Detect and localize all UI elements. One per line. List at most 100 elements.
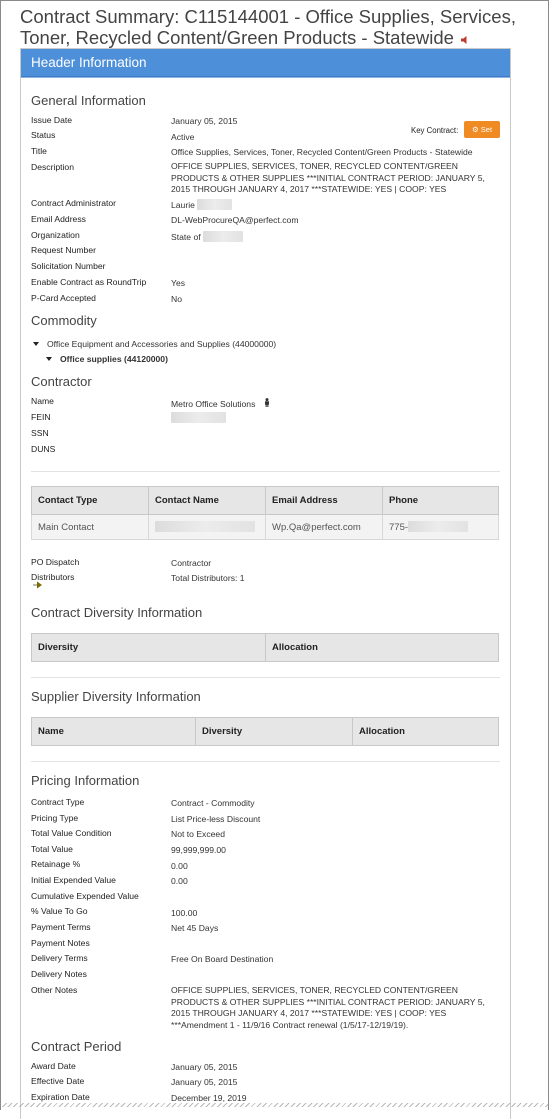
commodity-parent-node[interactable]: Office Equipment and Accessories and Sup… (33, 339, 276, 349)
issue-date-label: Issue Date (31, 115, 73, 125)
commodity-child-label: Office supplies (44120000) (60, 354, 168, 364)
commodity-parent-label: Office Equipment and Accessories and Sup… (47, 339, 277, 349)
initial-expended-label: Initial Expended Value (31, 875, 116, 885)
redacted-text (171, 412, 226, 423)
title-value: Office Supplies, Services, Toner, Recycl… (171, 147, 473, 157)
table-header-row: Diversity Allocation (31, 633, 499, 662)
divider (31, 677, 500, 678)
panel-body: General Information Key Contract: ⚙︎ Set… (21, 77, 510, 1119)
request-number-label: Request Number (31, 245, 96, 255)
payment-terms-label: Payment Terms (31, 922, 91, 932)
other-notes-label: Other Notes (31, 985, 78, 995)
effective-date-label: Effective Date (31, 1076, 85, 1086)
expand-icon[interactable] (33, 342, 39, 346)
po-dispatch-label: PO Dispatch (31, 557, 80, 567)
cumulative-expended-label: Cumulative Expended Value (31, 891, 139, 901)
contract-administrator-value: Laurie (171, 199, 501, 212)
award-date-value: January 05, 2015 (171, 1062, 238, 1072)
column-header: Contact Name (148, 486, 266, 515)
title-label: Title (31, 146, 47, 156)
description-value: OFFICE SUPPLIES, SERVICES, TONER, RECYCL… (171, 161, 485, 194)
organization-value: State of (171, 231, 501, 244)
contact-name-cell (148, 514, 266, 540)
fein-label: FEIN (31, 412, 51, 422)
contact-phone-cell: 775- (382, 514, 499, 540)
torn-edge (0, 1103, 549, 1107)
contractor-name-label: Name (31, 396, 54, 406)
supplier-diversity-table: Name Diversity Allocation (31, 717, 499, 746)
payment-notes-label: Payment Notes (31, 938, 90, 948)
distributors-expand-icon[interactable] (33, 581, 43, 591)
page-title: Contract Summary: C115144001 - Office Su… (20, 6, 525, 49)
header-information-panel: Header Information General Information K… (20, 48, 511, 1119)
description-label: Description (31, 162, 74, 172)
organization-label: Organization (31, 230, 80, 240)
delivery-notes-label: Delivery Notes (31, 969, 87, 979)
ssn-label: SSN (31, 428, 49, 438)
divider (31, 471, 500, 472)
supplier-diversity-heading: Supplier Diversity Information (31, 689, 201, 704)
column-header: Diversity (31, 633, 266, 662)
po-dispatch-value: Contractor (171, 558, 212, 568)
commodity-child-node[interactable]: Office supplies (44120000) (46, 354, 168, 364)
award-date-label: Award Date (31, 1061, 76, 1071)
total-value-value: 99,999,999.00 (171, 845, 226, 855)
status-label: Status (31, 130, 56, 140)
redacted-text (197, 199, 233, 210)
delivery-terms-label: Delivery Terms (31, 953, 88, 963)
redacted-text (203, 231, 244, 242)
pricing-type-value: List Price-less Discount (171, 814, 261, 824)
duns-label: DUNS (31, 444, 56, 454)
column-header: Allocation (265, 633, 499, 662)
status-value: Active (171, 132, 195, 142)
initial-expended-value: 0.00 (171, 876, 188, 886)
retainage-label: Retainage % (31, 859, 81, 869)
pcard-value: No (171, 294, 182, 304)
pricing-heading: Pricing Information (31, 773, 140, 788)
contract-administrator-label: Contract Administrator (31, 198, 117, 208)
contract-diversity-table: Diversity Allocation (31, 633, 499, 662)
pricing-type-label: Pricing Type (31, 813, 79, 823)
solicitation-number-label: Solicitation Number (31, 261, 106, 271)
table-header-row: Contact Type Contact Name Email Address … (31, 486, 499, 515)
roundtrip-value: Yes (171, 278, 186, 288)
effective-date-value: January 05, 2015 (171, 1077, 238, 1087)
speaker-icon[interactable] (460, 28, 469, 49)
fein-value (171, 412, 501, 425)
contractor-heading: Contractor (31, 374, 92, 389)
table-header-row: Name Diversity Allocation (31, 717, 499, 746)
email-address-value: DL-WebProcureQA@perfect.com (171, 215, 299, 225)
contract-period-heading: Contract Period (31, 1039, 122, 1054)
contact-type-cell: Main Contact (31, 514, 149, 540)
email-address-label: Email Address (31, 214, 86, 224)
payment-terms-value: Net 45 Days (171, 923, 219, 933)
column-header: Email Address (265, 486, 383, 515)
commodity-heading: Commodity (31, 313, 97, 328)
total-value-label: Total Value (31, 844, 73, 854)
roundtrip-label: Enable Contract as RoundTrip (31, 277, 147, 287)
page-title-text: Contract Summary: C115144001 - Office Su… (20, 6, 516, 48)
divider (31, 761, 500, 762)
redacted-text (408, 521, 469, 532)
column-header: Name (31, 717, 196, 746)
contract-type-value: Contract - Commodity (171, 798, 255, 808)
expand-icon[interactable] (46, 357, 52, 361)
expiration-date-label: Expiration Date (31, 1092, 90, 1102)
total-value-condition-value: Not to Exceed (171, 829, 225, 839)
table-row: Main Contact Wp.Qa@perfect.com 775- (31, 514, 499, 540)
other-notes-value: OFFICE SUPPLIES, SERVICES, TONER, RECYCL… (171, 985, 485, 1030)
distributors-value: Total Distributors: 1 (171, 573, 245, 583)
pcard-label: P-Card Accepted (31, 293, 96, 303)
general-information-heading: General Information (31, 93, 146, 108)
column-header: Allocation (352, 717, 499, 746)
contact-email-cell: Wp.Qa@perfect.com (265, 514, 383, 540)
value-to-go-value: 100.00 (171, 908, 198, 918)
total-value-condition-label: Total Value Condition (31, 828, 112, 838)
column-header: Diversity (195, 717, 353, 746)
person-icon[interactable] (264, 398, 270, 409)
retainage-value: 0.00 (171, 861, 188, 871)
contract-type-label: Contract Type (31, 797, 85, 807)
delivery-terms-value: Free On Board Destination (171, 954, 274, 964)
contract-diversity-heading: Contract Diversity Information (31, 605, 203, 620)
contact-table: Contact Type Contact Name Email Address … (31, 486, 499, 540)
